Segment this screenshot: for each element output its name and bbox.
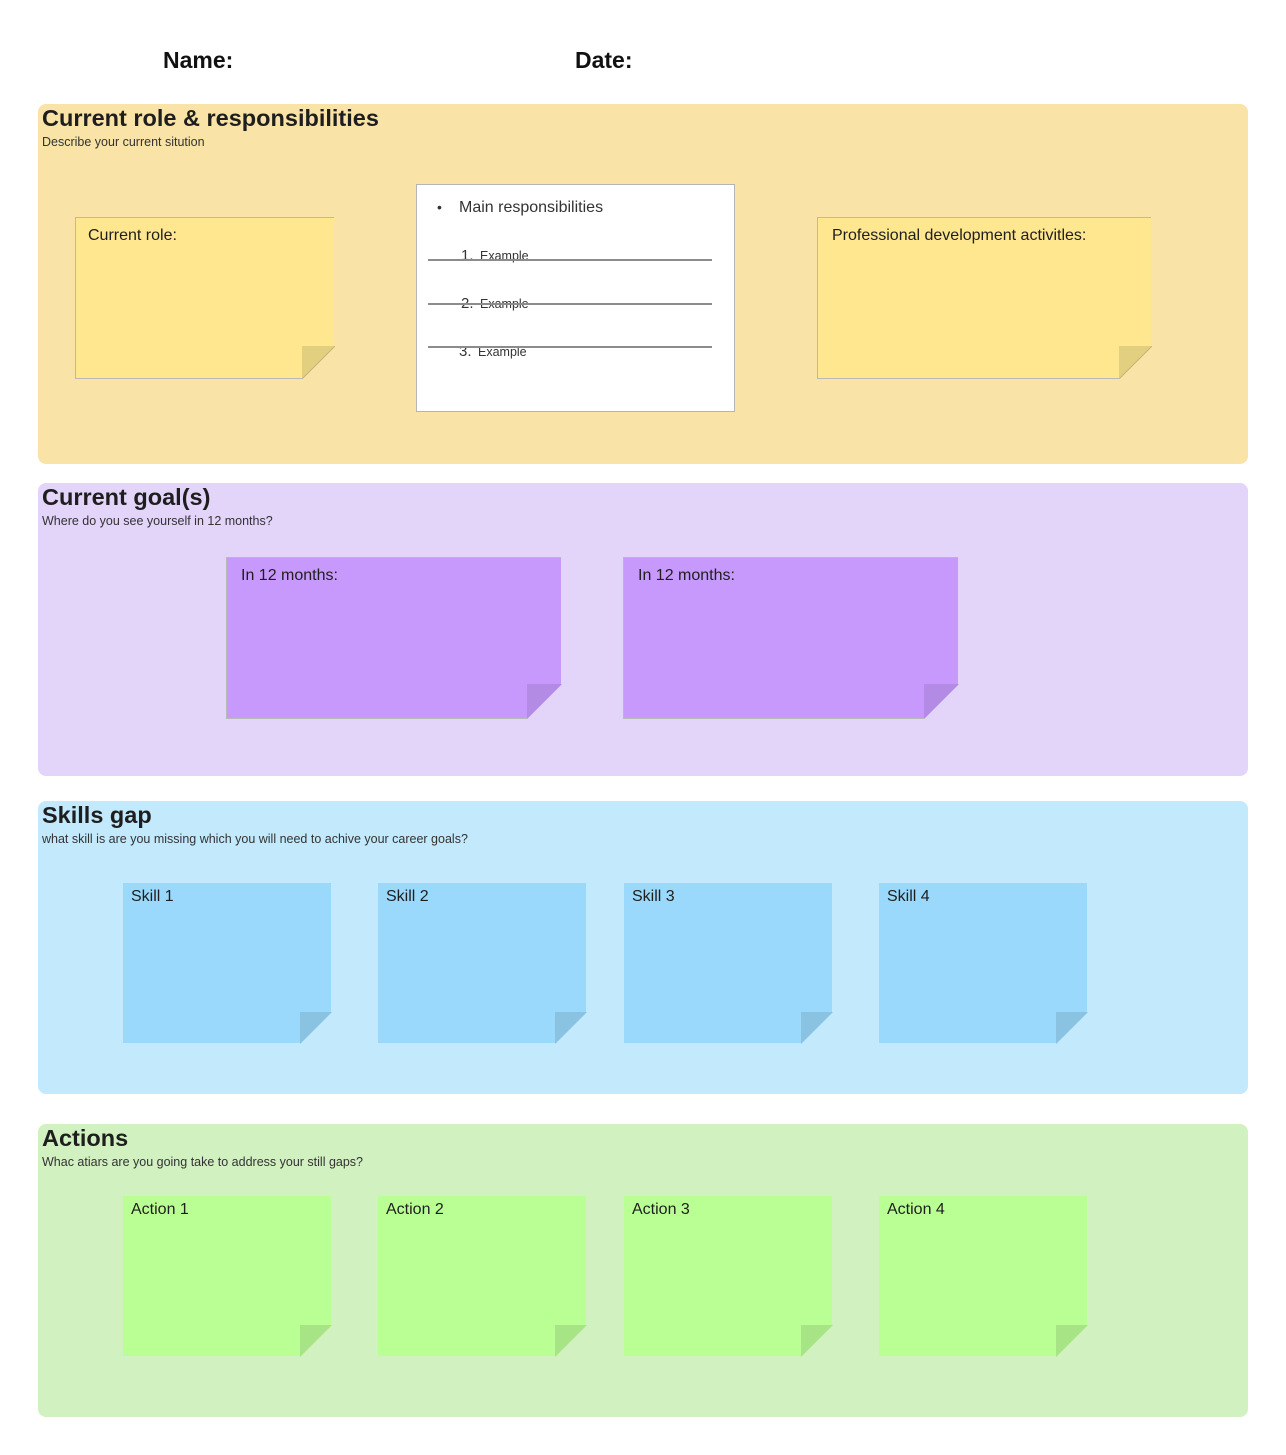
section-title: Skills gap [42,802,152,828]
section-title: Current role & responsibilities [42,105,379,131]
responsibilities-heading-text: Main responsibilities [459,199,604,216]
divider-line [428,259,712,261]
sticky-note-action[interactable]: Action 2 [378,1196,587,1357]
page-curl-icon [924,684,959,719]
responsibilities-heading: • Main responsibilities [437,199,604,217]
page-curl-icon [1056,1012,1088,1044]
sticky-note-goal[interactable]: In 12 months: [226,557,562,719]
divider-line [428,303,712,305]
sticky-note-action[interactable]: Action 1 [123,1196,332,1357]
sticky-label: Skill 4 [887,888,930,905]
sticky-label: Action 3 [632,1201,690,1218]
sticky-note-current-role[interactable]: Current role: [75,217,335,379]
sticky-label: In 12 months: [241,567,338,584]
sticky-note-professional-development[interactable]: Professional development activitles: [817,217,1152,379]
divider-line [428,346,712,348]
sticky-label: In 12 months: [638,567,735,584]
page-curl-icon [527,684,562,719]
date-label: Date: [575,47,633,73]
sticky-label: Action 4 [887,1201,945,1218]
section-subtitle: Whac atiars are you going take to addres… [42,1155,364,1169]
page-curl-icon [302,346,335,379]
page-curl-icon [555,1325,587,1357]
sticky-note-skill[interactable]: Skill 4 [879,883,1088,1044]
section-subtitle: Describe your current sitution [42,135,205,149]
section-title: Current goal(s) [42,484,211,510]
page-curl-icon [555,1012,587,1044]
section-title: Actions [42,1125,129,1151]
sticky-label: Current role: [88,227,177,244]
name-label: Name: [163,47,234,73]
bullet-icon: • [437,199,442,215]
sticky-note-skill[interactable]: Skill 1 [123,883,332,1044]
page-curl-icon [300,1325,332,1357]
item-number: 1. [461,247,474,264]
sticky-note-action[interactable]: Action 4 [879,1196,1088,1357]
page-curl-icon [801,1325,833,1357]
responsibility-item[interactable]: 1. Example [461,247,529,264]
page-curl-icon [801,1012,833,1044]
page-curl-icon [1056,1325,1088,1357]
responsibilities-box[interactable]: • Main responsibilities 1. Example 2. Ex… [416,184,735,412]
sticky-label: Skill 3 [632,888,675,905]
sticky-label: Professional development activitles: [832,227,1087,244]
sticky-label: Action 2 [386,1201,444,1218]
sticky-note-action[interactable]: Action 3 [624,1196,833,1357]
sticky-label: Skill 1 [131,888,174,905]
sticky-note-skill[interactable]: Skill 3 [624,883,833,1044]
sticky-note-skill[interactable]: Skill 2 [378,883,587,1044]
sticky-note-goal[interactable]: In 12 months: [623,557,959,719]
sticky-label: Skill 2 [386,888,429,905]
page-curl-icon [1119,346,1152,379]
section-subtitle: Where do you see yourself in 12 months? [42,514,273,528]
sticky-label: Action 1 [131,1201,189,1218]
page-curl-icon [300,1012,332,1044]
section-subtitle: what skill is are you missing which you … [42,832,468,846]
